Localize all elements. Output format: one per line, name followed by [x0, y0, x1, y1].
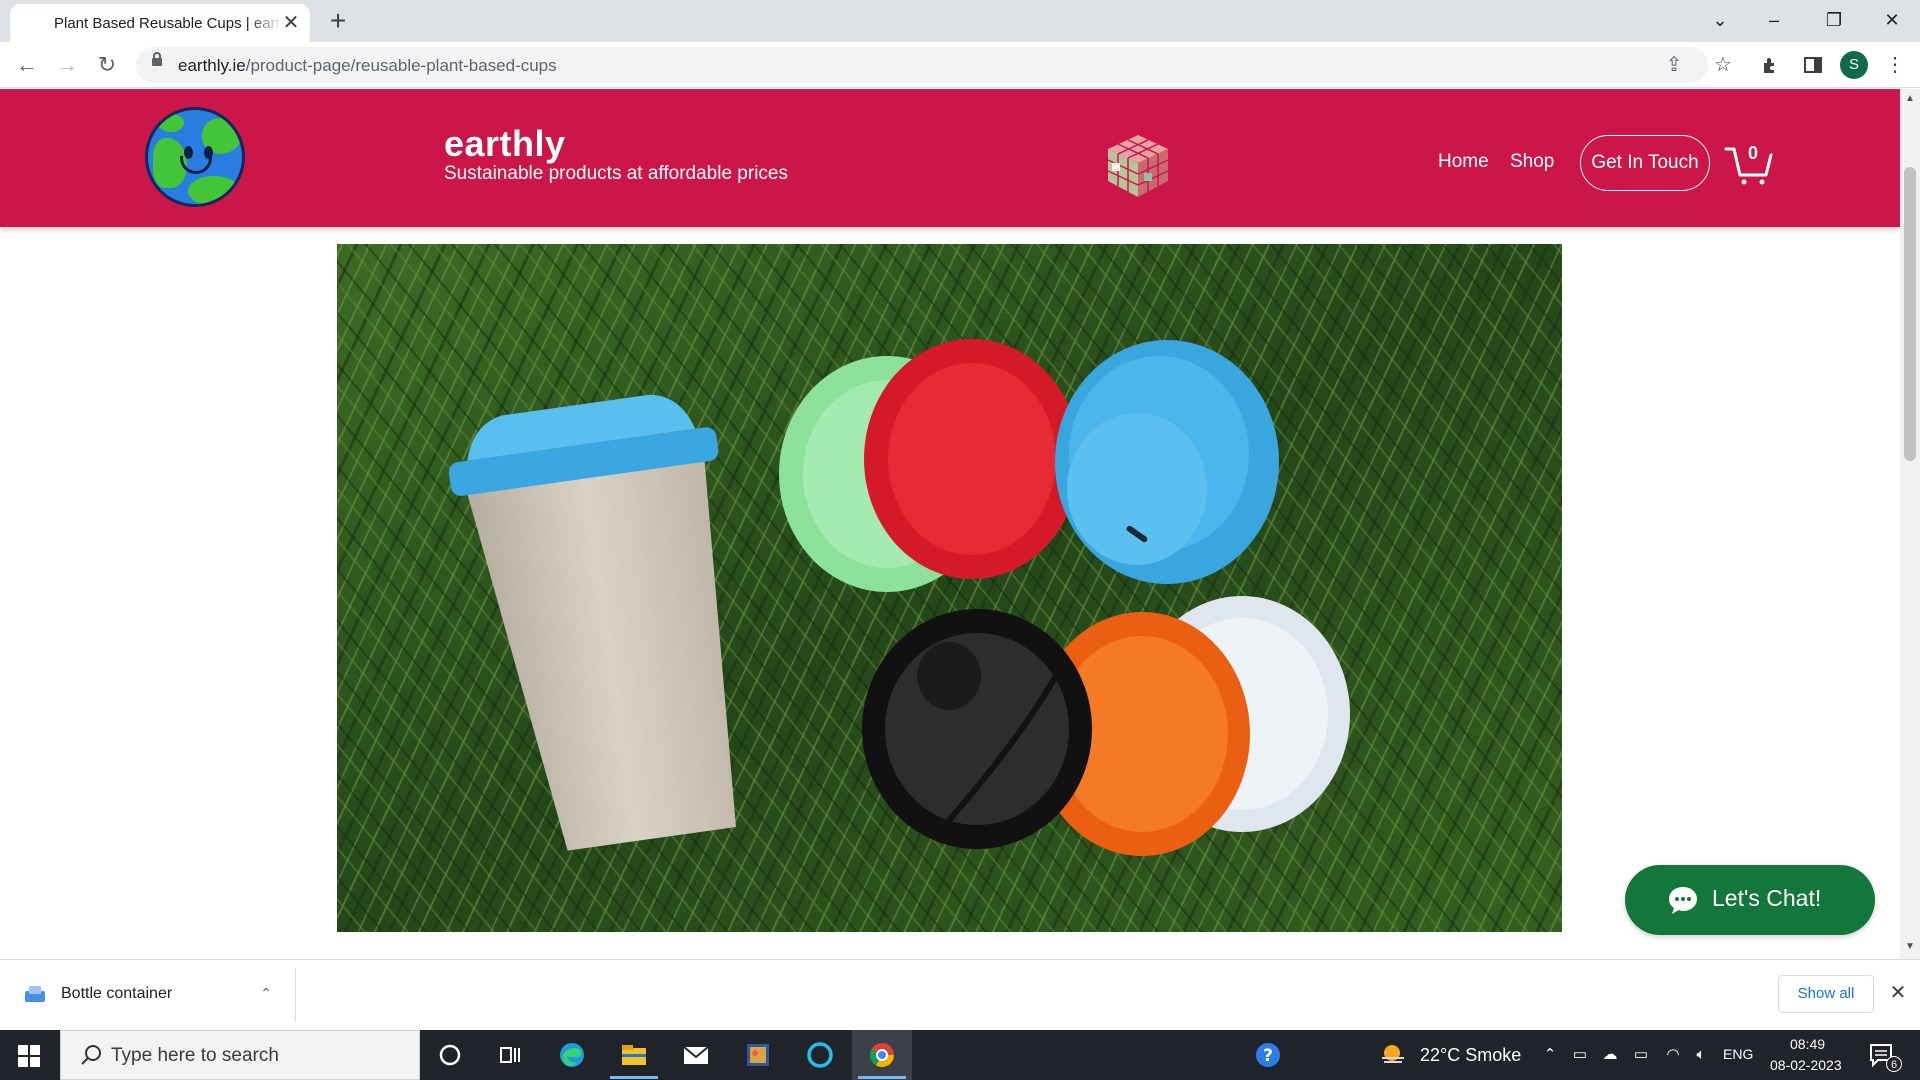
active-indicator [858, 1076, 906, 1079]
chrome-menu-icon[interactable]: ⋮ [1880, 50, 1910, 80]
nav-home-link[interactable]: Home [1438, 151, 1489, 173]
weather-text[interactable]: 22°C Smoke [1420, 1045, 1521, 1066]
search-placeholder: Type here to search [111, 1045, 279, 1066]
active-indicator [610, 1076, 658, 1079]
tab-title: Plant Based Reusable Cups | earthly [54, 15, 282, 32]
site-brand[interactable]: earthly [444, 123, 566, 165]
close-window-icon[interactable]: ✕ [1872, 6, 1912, 34]
windows-start-icon[interactable] [18, 1045, 40, 1067]
cart-count: 0 [1747, 143, 1758, 163]
rubiks-cube-icon [1107, 135, 1169, 197]
url-text[interactable]: earthly.ie/product-page/reusable-plant-b… [178, 56, 557, 76]
cortana-icon[interactable] [420, 1030, 480, 1080]
notification-count-badge: 6 [1886, 1056, 1902, 1072]
extensions-icon[interactable] [1756, 50, 1786, 80]
earth-logo[interactable] [145, 107, 245, 207]
restore-icon[interactable]: ❐ [1814, 6, 1854, 34]
weather-sun-icon[interactable] [1378, 1042, 1408, 1068]
clock-date[interactable]: 08-02-2023 [1770, 1057, 1842, 1073]
language-indicator[interactable]: ENG [1723, 1046, 1753, 1062]
help-icon[interactable]: ? [1238, 1030, 1298, 1080]
browser-tab[interactable]: Plant Based Reusable Cups | earthly ✕ [10, 4, 310, 42]
chevron-up-icon[interactable]: ⌃ [256, 982, 276, 1004]
edge-browser-icon[interactable] [542, 1030, 602, 1080]
svg-text:?: ? [1263, 1046, 1273, 1066]
taskbar-search-input[interactable]: Type here to search [60, 1030, 420, 1080]
browser-tabstrip: Plant Based Reusable Cups | earthly ✕ + … [0, 0, 1920, 42]
close-download-shelf-icon[interactable]: ✕ [1886, 980, 1910, 1006]
browser-toolbar: ← → ↻ earthly.ie/product-page/reusable-p… [0, 42, 1920, 88]
lets-chat-button[interactable]: Let's Chat! [1625, 865, 1875, 935]
chrome-taskbar-icon[interactable] [852, 1030, 912, 1080]
scroll-down-arrow-icon[interactable]: ▼ [1900, 941, 1920, 955]
mail-icon[interactable] [666, 1030, 726, 1080]
volume-icon[interactable]: 🔈︎ [1690, 1045, 1712, 1065]
download-file-name[interactable]: Bottle container [61, 985, 172, 1003]
show-all-button[interactable]: Show all [1778, 975, 1874, 1013]
meet-now-icon[interactable]: ▭ [1570, 1045, 1590, 1065]
page-viewport: earthly Sustainable products at affordab… [0, 89, 1900, 959]
scroll-up-arrow-icon[interactable]: ▲ [1900, 93, 1920, 107]
minimize-icon[interactable]: – [1754, 6, 1794, 34]
download-file-icon [25, 986, 45, 1002]
bookmark-star-icon[interactable]: ☆ [1708, 50, 1738, 80]
tab-search-chevron-icon[interactable]: ⌄ [1700, 6, 1740, 34]
share-icon[interactable]: ⇪ [1662, 53, 1686, 77]
address-bar[interactable]: earthly.ie/product-page/reusable-plant-b… [136, 47, 1708, 83]
page-scrollbar[interactable]: ▲ ▼ [1900, 89, 1920, 959]
onedrive-cloud-icon[interactable]: ☁ [1598, 1045, 1622, 1065]
clock-time[interactable]: 08:49 [1790, 1036, 1825, 1052]
get-in-touch-button[interactable]: Get In Touch [1580, 135, 1710, 191]
alexa-icon[interactable] [790, 1030, 850, 1080]
back-icon[interactable]: ← [12, 50, 42, 80]
download-shelf: Bottle container ⌃ Show all ✕ [0, 959, 1920, 1030]
photos-app-icon[interactable] [728, 1030, 788, 1080]
windows-taskbar: Type here to search ? 22°C Smoke ⌃ ▭ ☁ ▭… [0, 1030, 1920, 1080]
file-explorer-icon[interactable] [604, 1030, 664, 1080]
battery-icon[interactable]: ▭ [1630, 1045, 1652, 1065]
chat-bubble-icon [1669, 887, 1697, 914]
download-divider [295, 968, 296, 1022]
search-icon [81, 1045, 101, 1065]
show-hidden-icons-chevron-icon[interactable]: ⌃ [1540, 1045, 1560, 1065]
new-tab-icon[interactable]: + [324, 7, 352, 36]
side-panel-icon[interactable] [1798, 50, 1828, 80]
scroll-thumb[interactable] [1904, 167, 1916, 461]
site-tagline: Sustainable products at affordable price… [444, 163, 788, 184]
profile-avatar[interactable]: S [1840, 51, 1868, 79]
reload-icon[interactable]: ↻ [92, 50, 122, 80]
nav-shop-link[interactable]: Shop [1510, 151, 1554, 173]
chat-label: Let's Chat! [1712, 885, 1822, 911]
wifi-icon[interactable]: ◠ [1662, 1045, 1684, 1065]
product-hero-image[interactable] [337, 244, 1562, 932]
lock-icon[interactable] [152, 52, 162, 66]
forward-icon[interactable]: → [52, 50, 82, 80]
site-header: earthly Sustainable products at affordab… [0, 89, 1900, 227]
task-view-icon[interactable] [480, 1030, 540, 1080]
tab-close-icon[interactable]: ✕ [280, 12, 302, 34]
